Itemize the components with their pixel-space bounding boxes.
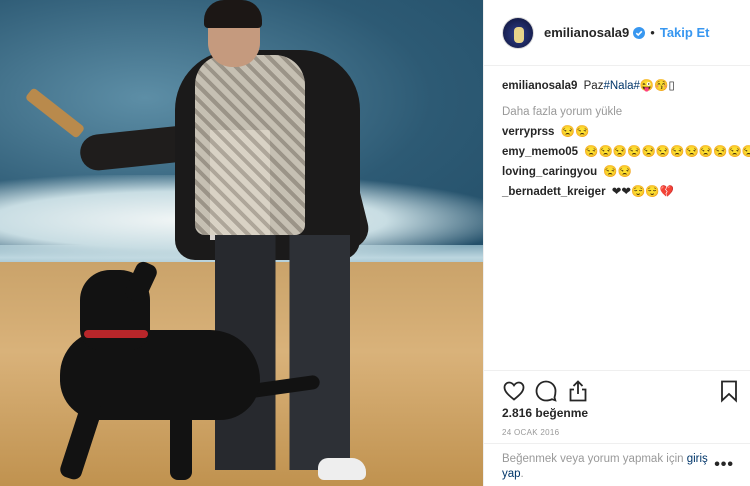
comment-icon[interactable] <box>534 379 558 403</box>
person-shoe <box>318 458 366 480</box>
comment-text: ❤❤😌😌💔 <box>611 186 674 198</box>
post-side-panel: emilianosala9 • Takip Et emilianosala9 P… <box>483 0 750 486</box>
list-item: emy_memo05 😒😒😒😒😒😒😒😒😒😒😒😒 <box>502 144 750 160</box>
comment-text: 😒😒 <box>560 126 590 138</box>
comments-list: emilianosala9 Paz#Nala#😜😚▯ Daha fazla yo… <box>484 66 750 200</box>
caption-username[interactable]: emilianosala9 <box>502 80 577 92</box>
dog-leg <box>170 400 192 480</box>
comment-text: 😒😒😒😒😒😒😒😒😒😒😒😒 <box>584 146 750 158</box>
more-options-button[interactable]: ••• <box>714 456 734 474</box>
post-date: 24 OCAK 2016 <box>502 428 560 437</box>
load-more-comments[interactable]: Daha fazla yorum yükle <box>502 104 732 120</box>
likes-count[interactable]: 2.816 beğenme <box>502 406 588 420</box>
verified-badge-icon <box>633 26 646 39</box>
person-scarf <box>195 55 305 235</box>
person-hair <box>204 0 262 28</box>
comment-text: 😒😒 <box>603 166 633 178</box>
comment-username[interactable]: emy_memo05 <box>502 146 578 158</box>
list-item: loving_caringyou 😒😒 <box>502 164 732 180</box>
comment-username[interactable]: _bernadett_kreiger <box>502 186 606 198</box>
login-prompt: Beğenmek veya yorum yapmak için giriş ya… <box>484 443 750 486</box>
caption-emoji: 😜😚▯ <box>639 80 675 92</box>
post-photo[interactable] <box>0 0 483 486</box>
comment-username[interactable]: verryprss <box>502 126 554 138</box>
heart-icon[interactable] <box>502 379 526 403</box>
caption: emilianosala9 Paz#Nala#😜😚▯ <box>502 78 732 94</box>
caption-text: Paz <box>583 80 604 92</box>
avatar[interactable] <box>502 16 534 49</box>
list-item: _bernadett_kreiger ❤❤😌😌💔 <box>502 184 732 200</box>
dog-collar <box>84 330 148 338</box>
comment-username[interactable]: loving_caringyou <box>502 166 597 178</box>
header-username[interactable]: emilianosala9 <box>544 25 629 40</box>
post-header: emilianosala9 • Takip Et <box>484 0 750 66</box>
caption-hashtag[interactable]: #Nala# <box>603 80 639 92</box>
follow-button[interactable]: Takip Et <box>660 25 710 40</box>
login-prompt-suffix: . <box>520 468 524 480</box>
list-item: verryprss 😒😒 <box>502 124 732 140</box>
login-prompt-text: Beğenmek veya yorum yapmak için <box>502 453 687 465</box>
action-bar <box>484 370 750 410</box>
header-separator: • <box>650 25 655 40</box>
share-icon[interactable] <box>566 379 590 403</box>
bookmark-icon[interactable] <box>717 379 741 403</box>
